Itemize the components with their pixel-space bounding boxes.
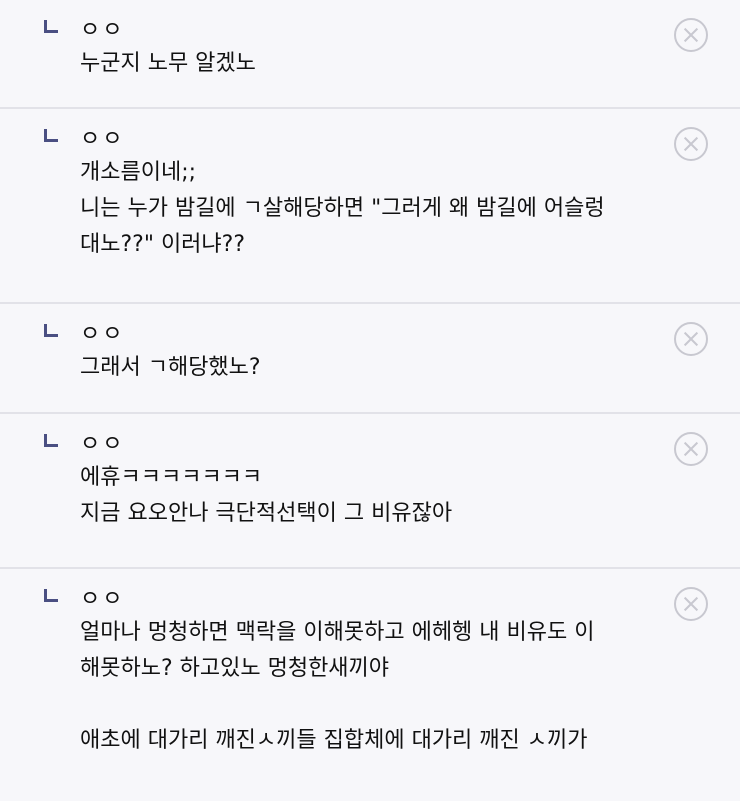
reply-arrow-icon [44,434,58,447]
comment-text: 대노??" 이러냐?? [80,232,246,257]
reply-arrow-icon [44,129,58,142]
comment-list: ㅇㅇ 누군지 노무 알겠노 ㅇㅇ 개소름이네;; 니는 누가 밤길에 ㄱ살해당하… [0,0,740,801]
comment-text: 지금 요오안나 극단적선택이 그 비유잖아 [80,501,453,526]
reply-comment: ㅇㅇ 누군지 노무 알겠노 [0,0,740,109]
reply-arrow-icon [44,589,58,602]
comment-author: ㅇㅇ [80,18,125,43]
comment-text: 누군지 노무 알겠노 [80,51,256,76]
comment-text: 얼마나 멍청하면 맥락을 이해못하고 에헤헹 내 비유도 이 [80,620,595,645]
comment-author: ㅇㅇ [80,587,125,612]
comment-text: 개소름이네;; [80,160,197,185]
reply-comment: ㅇㅇ 그래서 ㄱ해당했노? [0,304,740,414]
delete-comment-icon[interactable] [674,127,708,161]
comment-text: 에휴ㅋㅋㅋㅋㅋㅋㅋ [80,465,263,490]
reply-comment: ㅇㅇ 개소름이네;; 니는 누가 밤길에 ㄱ살해당하면 "그러게 왜 밤길에 어… [0,109,740,304]
reply-arrow-icon [44,20,58,33]
comment-author: ㅇㅇ [80,127,125,152]
delete-comment-icon[interactable] [674,587,708,621]
delete-comment-icon[interactable] [674,432,708,466]
comment-text: 해못하노? 하고있노 멍청한새끼야 [80,656,390,681]
comment-author: ㅇㅇ [80,432,125,457]
comment-author: ㅇㅇ [80,322,125,347]
delete-comment-icon[interactable] [674,322,708,356]
delete-comment-icon[interactable] [674,18,708,52]
comment-text: 그래서 ㄱ해당했노? [80,355,261,380]
reply-comment: ㅇㅇ 얼마나 멍청하면 맥락을 이해못하고 에헤헹 내 비유도 이 해못하노? … [0,569,740,801]
comment-blank-line [80,687,670,723]
comment-text: 애초에 대가리 깨진ㅅ끼들 집합체에 대가리 깨진 ㅅ끼가 [80,728,588,753]
reply-comment: ㅇㅇ 에휴ㅋㅋㅋㅋㅋㅋㅋ 지금 요오안나 극단적선택이 그 비유잖아 [0,414,740,569]
comment-text: 니는 누가 밤길에 ㄱ살해당하면 "그러게 왜 밤길에 어슬렁 [80,196,605,221]
reply-arrow-icon [44,324,58,337]
